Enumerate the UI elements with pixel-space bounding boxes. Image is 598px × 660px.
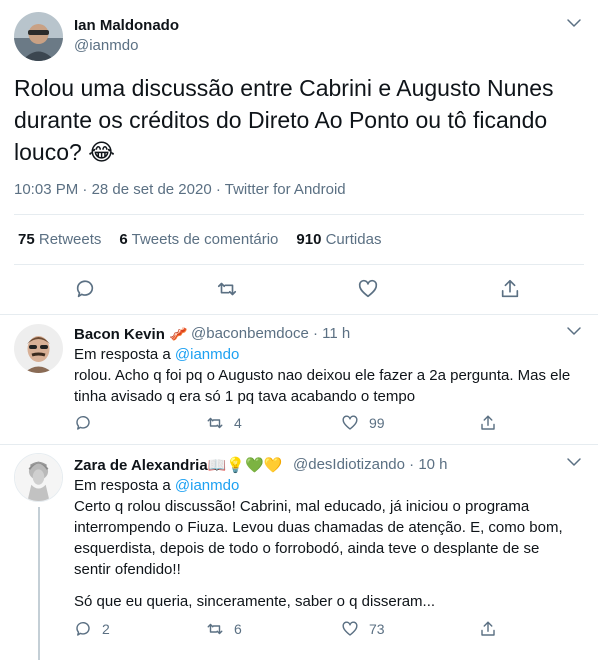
reply-avatar-image xyxy=(15,454,62,501)
reply-like-count: 73 xyxy=(369,621,385,637)
replying-to-link[interactable]: @ianmdo xyxy=(175,477,239,494)
replying-to: Em resposta a @ianmdo xyxy=(74,346,240,363)
replying-to: Em resposta a @ianmdo xyxy=(74,477,240,494)
comment-icon xyxy=(76,621,90,636)
share-icon[interactable] xyxy=(499,278,521,300)
divider xyxy=(14,214,584,215)
tweet-time[interactable]: 10:03 PM xyxy=(14,181,78,198)
heart-icon xyxy=(342,415,358,430)
share-icon xyxy=(481,415,495,430)
quotes-stat[interactable]: 6 Tweets de comentário xyxy=(119,231,278,248)
reply-avatar-image xyxy=(14,324,63,373)
divider xyxy=(0,444,598,445)
reply-age[interactable]: 11 h xyxy=(322,325,350,342)
reply-share-button[interactable] xyxy=(479,414,497,432)
reply-author-name[interactable]: Zara de Alexandria📖💡💚💛 xyxy=(74,456,282,474)
author-name[interactable]: Ian Maldonado xyxy=(74,17,179,34)
reply-avatar[interactable] xyxy=(14,324,63,373)
heart-icon[interactable] xyxy=(357,278,379,300)
reply-author-handle[interactable]: @desIdiotizando xyxy=(293,456,405,473)
author-avatar[interactable] xyxy=(14,12,63,61)
reply-meta: @baconbemdoce · 11 h xyxy=(191,325,351,342)
likes-stat[interactable]: 910 Curtidas xyxy=(296,231,381,248)
divider xyxy=(14,264,584,265)
reply-text-line: esquerdista, depois de todo o forrobodó,… xyxy=(74,540,540,557)
reply-author-handle[interactable]: @baconbemdoce xyxy=(191,325,309,342)
reply-text-line: Só que eu queria, sinceramente, saber o … xyxy=(74,593,436,610)
reply-comment-button[interactable]: 2 xyxy=(74,620,110,638)
heart-icon xyxy=(342,621,358,636)
reply-text-line: sentir ofendido!! xyxy=(74,561,181,578)
retweets-stat[interactable]: 75 Retweets xyxy=(18,231,101,248)
retweet-icon[interactable] xyxy=(216,278,238,300)
share-icon xyxy=(481,621,495,636)
tweet-line: durante os créditos do Direto Ao Ponto o… xyxy=(14,107,548,133)
reply-meta: @desIdiotizando · 10 h xyxy=(293,456,448,473)
reply-like-button[interactable]: 73 xyxy=(341,620,385,638)
reply-author-name[interactable]: Bacon Kevin 🥓 xyxy=(74,325,188,343)
replying-to-link[interactable]: @ianmdo xyxy=(175,346,239,363)
reply-comment-button[interactable] xyxy=(74,414,102,432)
author-avatar-image xyxy=(14,12,63,61)
author-handle[interactable]: @ianmdo xyxy=(74,37,138,54)
reply-retweet-button[interactable]: 4 xyxy=(206,414,242,432)
reply-age[interactable]: 10 h xyxy=(418,456,447,473)
tweet-line: Rolou uma discussão entre Cabrini e Augu… xyxy=(14,75,554,101)
tweet-date[interactable]: 28 de set de 2020 xyxy=(92,181,212,198)
reply-share-button[interactable] xyxy=(479,620,497,638)
tweet-stats: 75 Retweets 6 Tweets de comentário 910 C… xyxy=(18,231,381,248)
reply-retweet-count: 4 xyxy=(234,415,242,431)
divider xyxy=(0,314,598,315)
tweet-line: louco? 😂 xyxy=(14,139,116,165)
chevron-down-icon[interactable] xyxy=(565,14,583,32)
reply-text-line: tinha avisado q era só 1 pq tava acaband… xyxy=(74,388,416,405)
chevron-down-icon[interactable] xyxy=(565,322,583,340)
reply-like-button[interactable]: 99 xyxy=(341,414,385,432)
retweet-icon xyxy=(207,417,223,429)
reply-retweet-button[interactable]: 6 xyxy=(206,620,242,638)
reply-text-line: Certo q rolou discussão! Cabrini, mal ed… xyxy=(74,498,530,515)
tweet-detail-view: Ian Maldonado @ianmdo Rolou uma discussã… xyxy=(0,0,598,660)
thread-connector xyxy=(38,507,40,660)
chevron-down-icon[interactable] xyxy=(565,453,583,471)
retweet-icon xyxy=(207,623,223,635)
reply-text-line: rolou. Acho q foi pq o Augusto nao deixo… xyxy=(74,367,571,384)
tweet-meta: 10:03 PM · 28 de set de 2020 · Twitter f… xyxy=(14,181,346,198)
comment-icon xyxy=(76,415,90,430)
tweet-body: Rolou uma discussão entre Cabrini e Augu… xyxy=(14,72,574,168)
reply-avatar[interactable] xyxy=(14,453,63,502)
tweet-source[interactable]: Twitter for Android xyxy=(225,181,346,198)
reply-comment-count: 2 xyxy=(102,621,110,637)
reply-like-count: 99 xyxy=(369,415,385,431)
comment-icon[interactable] xyxy=(74,278,96,300)
reply-retweet-count: 6 xyxy=(234,621,242,637)
reply-text-line: interrompendo o Fiuza. Levou duas chamad… xyxy=(74,519,563,536)
